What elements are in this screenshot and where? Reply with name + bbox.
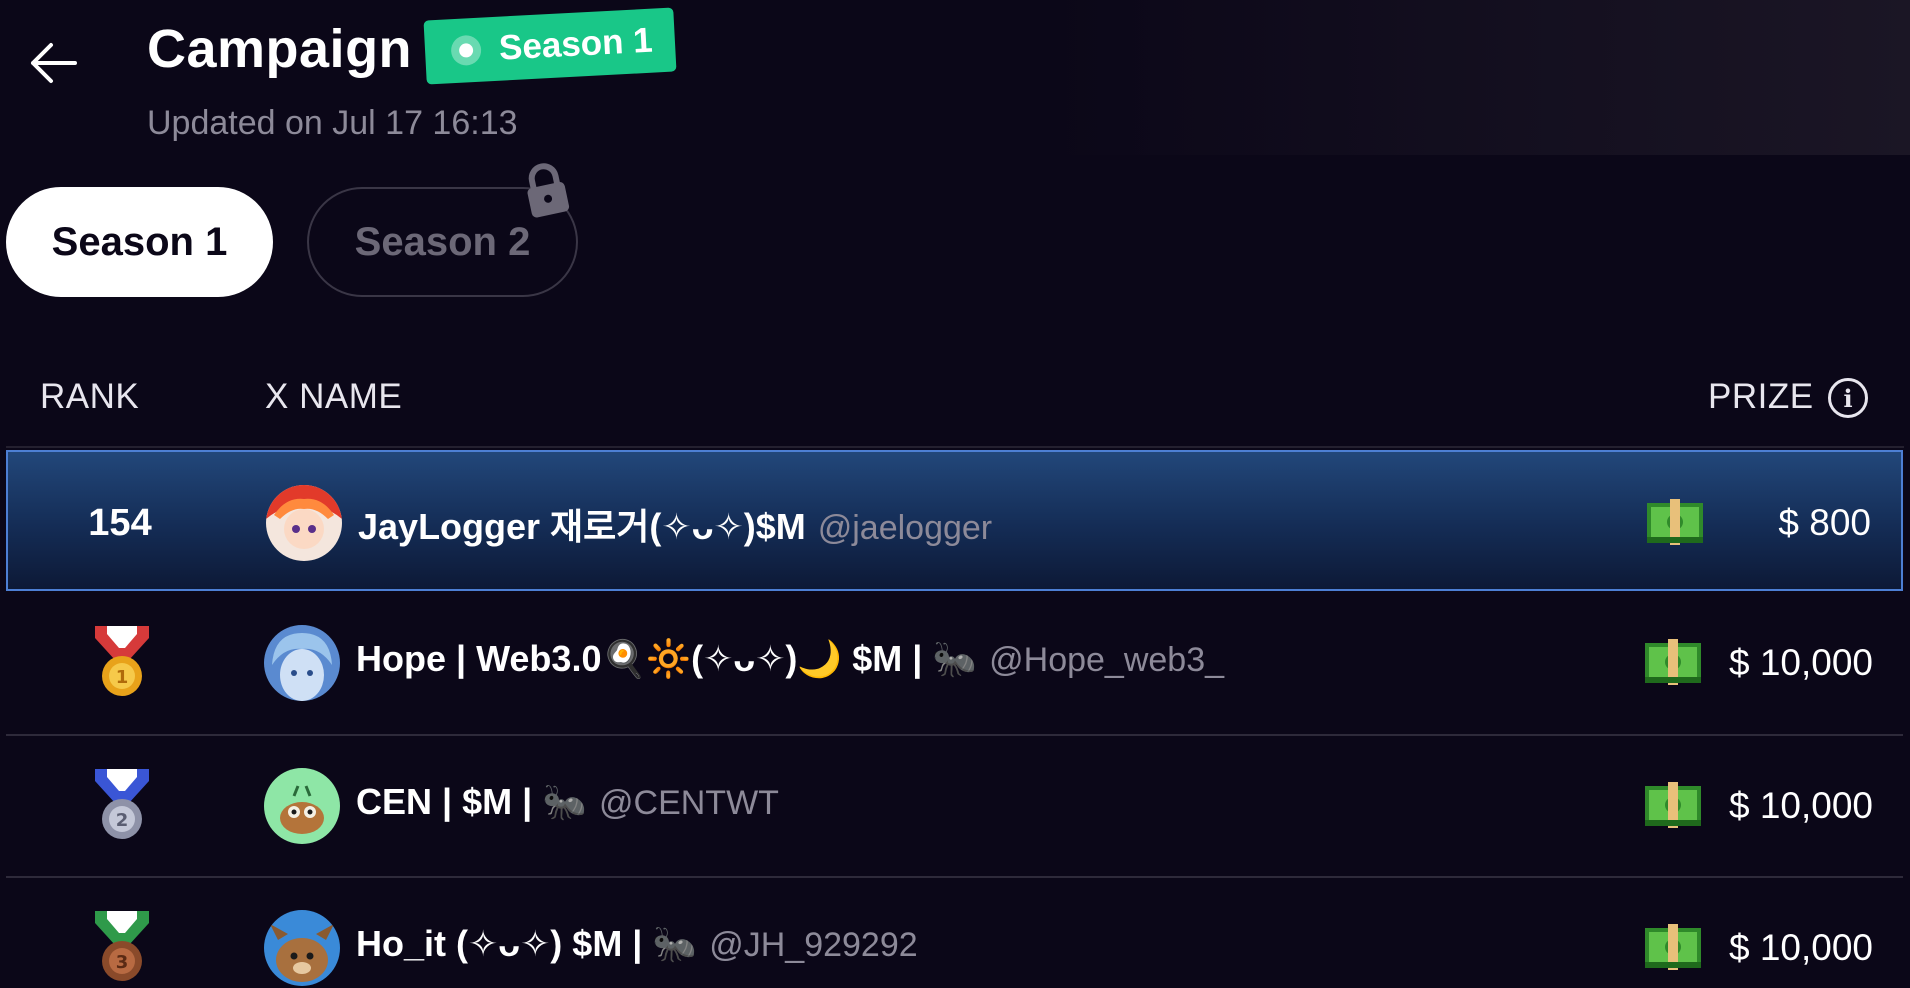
avatar: [264, 910, 340, 986]
column-header-rank: RANK: [40, 377, 140, 416]
user-handle[interactable]: @Hope_web3_: [989, 641, 1224, 680]
user-display-name: CEN | $M | 🐜: [356, 781, 587, 822]
prize-amount: $ 10,000: [1728, 785, 1873, 826]
table-row-current-user[interactable]: 154 JayLogger 재로거(✧ᴗ✧)$M @jaelogger $ 80…: [6, 450, 1903, 591]
user-display-name: JayLogger 재로거(✧ᴗ✧)$M: [358, 506, 806, 547]
money-icon: [1645, 924, 1701, 970]
info-icon[interactable]: i: [1828, 378, 1868, 418]
user-handle[interactable]: @JH_929292: [709, 926, 917, 965]
user-name-cell: JayLogger 재로거(✧ᴗ✧)$M @jaelogger: [358, 498, 992, 550]
svg-text:3: 3: [116, 952, 129, 973]
rank-number: 154: [88, 502, 152, 544]
column-header-name: X NAME: [265, 377, 403, 416]
arrow-left-icon: [31, 43, 77, 83]
user-name-cell: CEN | $M | 🐜 @CENTWT: [356, 781, 779, 823]
prize-amount: $ 800: [1778, 502, 1871, 543]
tab-season-1[interactable]: Season 1: [6, 187, 273, 297]
column-header-prize: PRIZE: [1708, 377, 1814, 416]
gold-medal-icon: 1: [95, 626, 149, 696]
tab-label: Season 2: [354, 219, 531, 264]
season-badge: Season 1: [423, 7, 677, 85]
page-title: Campaign: [147, 19, 413, 79]
avatar: [266, 485, 342, 561]
user-handle[interactable]: @CENTWT: [599, 784, 779, 823]
avatar: [264, 625, 340, 701]
tab-label: Season 1: [51, 219, 228, 264]
user-name-cell: Hope | Web3.0🍳🔆(✧ᴗ✧)🌙 $M | 🐜 @Hope_web3_: [356, 638, 1224, 680]
money-icon: [1645, 782, 1701, 828]
svg-text:2: 2: [116, 810, 129, 831]
user-name-cell: Ho_it (✧ᴗ✧) $M | 🐜 @JH_929292: [356, 923, 918, 965]
user-display-name: Hope | Web3.0🍳🔆(✧ᴗ✧)🌙 $M | 🐜: [356, 638, 978, 679]
bronze-medal-icon: 3: [95, 911, 149, 981]
user-handle[interactable]: @jaelogger: [818, 509, 992, 548]
silver-medal-icon: 2: [95, 769, 149, 839]
user-display-name: Ho_it (✧ᴗ✧) $M | 🐜: [356, 923, 698, 964]
header-divider: [6, 446, 1904, 448]
money-icon: [1645, 639, 1701, 685]
prize-amount: $ 10,000: [1728, 642, 1873, 683]
status-dot-icon: [450, 34, 482, 67]
table-row[interactable]: 1 Hope | Web3.0🍳🔆(✧ᴗ✧)🌙 $M | 🐜 @Hope_web…: [6, 592, 1903, 733]
prize-amount: $ 10,000: [1728, 927, 1873, 968]
svg-text:1: 1: [116, 667, 129, 688]
avatar: [264, 768, 340, 844]
updated-timestamp: Updated on Jul 17 16:13: [147, 104, 518, 142]
back-button[interactable]: [24, 34, 82, 92]
lock-icon: [527, 163, 570, 218]
season-badge-label: Season 1: [498, 20, 654, 68]
money-icon: [1647, 499, 1703, 545]
table-row[interactable]: 3 Ho_it (✧ᴗ✧) $M | 🐜 @JH_929292 $ 10,000: [6, 877, 1903, 988]
table-row[interactable]: 2 CEN | $M | 🐜 @CENTWT $ 10,000: [6, 735, 1903, 876]
